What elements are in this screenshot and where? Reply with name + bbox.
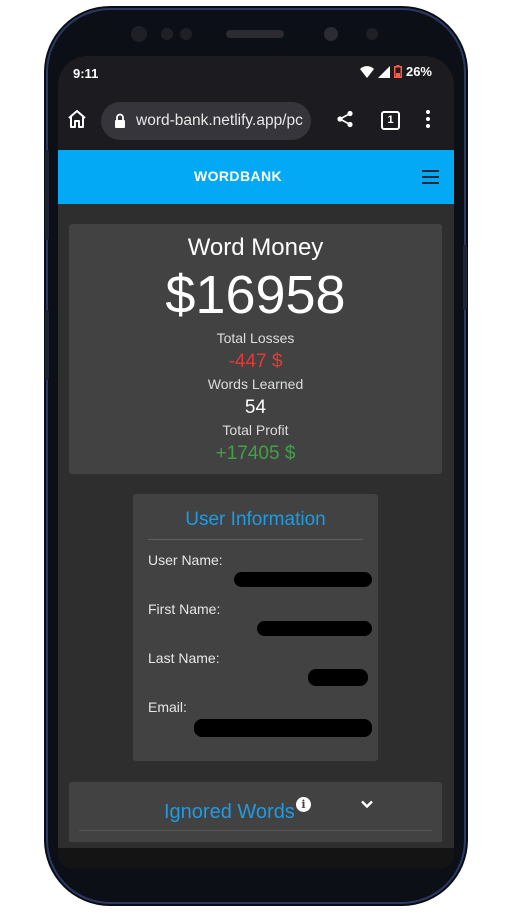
word-money-title: Word Money (187, 234, 324, 261)
first-name-value-redacted (257, 621, 372, 636)
chevron-down-icon[interactable] (360, 799, 374, 809)
screen: 9:11 26% word-bank.netlify.app/pc 1 WORD… (58, 56, 454, 868)
first-name-label: First Name: (148, 601, 221, 617)
status-time: 9:11 (73, 66, 99, 81)
app-header: WORDBANK (58, 150, 454, 204)
url-text: word-bank.netlify.app/pc (136, 112, 303, 129)
share-icon[interactable] (336, 110, 354, 128)
phone-sensor (131, 26, 147, 42)
phone-sensor (161, 28, 173, 40)
last-name-value-redacted (308, 669, 368, 686)
ignored-words-title[interactable]: Ignored Words (164, 801, 295, 824)
words-learned-label: Words Learned (207, 376, 304, 392)
phone-front-camera (324, 27, 338, 41)
divider (79, 830, 432, 831)
signal-icon (377, 65, 390, 78)
total-losses-value: -447 $ (228, 351, 283, 372)
email-label: Email: (148, 699, 187, 715)
phone-side-button (45, 150, 49, 240)
email-value-redacted (194, 719, 372, 737)
word-money-amount: $16958 (165, 265, 346, 325)
wifi-icon (359, 65, 374, 78)
app-title[interactable]: WORDBANK (58, 168, 418, 184)
more-menu-icon[interactable] (426, 110, 430, 131)
phone-sensor (180, 28, 192, 40)
words-learned-value: 54 (244, 397, 267, 418)
info-icon[interactable]: i (296, 797, 311, 812)
total-profit-value: +17405 $ (215, 443, 296, 464)
phone-side-button (45, 310, 49, 380)
phone-side-button (463, 245, 467, 310)
phone-sensor (366, 28, 378, 40)
phone-speaker (226, 30, 284, 38)
system-nav-bar (58, 848, 454, 868)
battery-icon (393, 65, 402, 78)
ignored-words-panel[interactable]: Ignored Words i (69, 782, 442, 842)
tabs-count-button[interactable]: 1 (381, 111, 400, 130)
user-name-label: User Name: (148, 552, 223, 568)
battery-percent: 26% (405, 64, 432, 79)
url-bar[interactable]: word-bank.netlify.app/pc (101, 102, 311, 140)
browser-toolbar: word-bank.netlify.app/pc 1 (58, 92, 454, 150)
status-bar: 9:11 26% (58, 56, 454, 92)
total-profit-label: Total Profit (222, 422, 289, 438)
lock-icon (115, 113, 125, 128)
user-information-card: User Information User Name: First Name: … (133, 494, 378, 761)
status-icons: 26% (359, 64, 432, 79)
word-money-card: Word Money $16958 Total Losses -447 $ Wo… (69, 224, 442, 474)
user-information-title: User Information (148, 509, 363, 540)
total-losses-label: Total Losses (216, 330, 295, 346)
last-name-label: Last Name: (148, 650, 220, 666)
home-icon[interactable] (66, 109, 88, 129)
hamburger-menu-icon[interactable] (422, 170, 439, 188)
user-name-value-redacted (234, 572, 372, 587)
